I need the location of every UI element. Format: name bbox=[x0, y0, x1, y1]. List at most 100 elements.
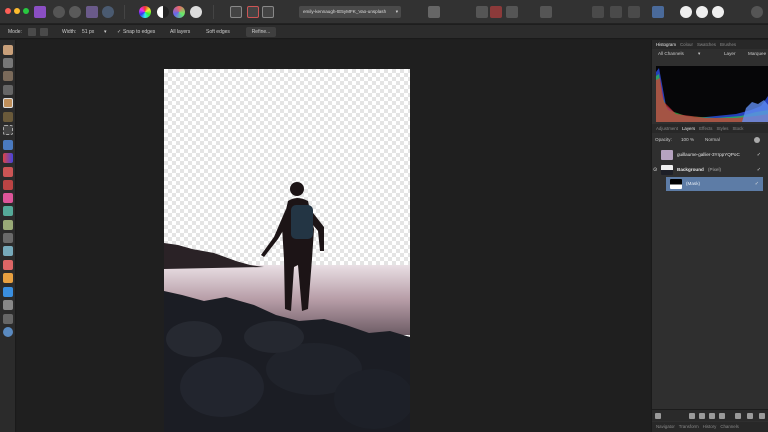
live-filter-icon[interactable] bbox=[719, 413, 725, 419]
mask-icon[interactable] bbox=[262, 6, 274, 18]
align-right-icon[interactable] bbox=[628, 6, 640, 18]
tab-brushes[interactable]: Brushes bbox=[720, 42, 736, 47]
erase-brush-icon[interactable] bbox=[3, 193, 13, 203]
fill-tool-icon[interactable] bbox=[3, 140, 13, 150]
layer-visibility-checkbox[interactable]: ✓ bbox=[757, 148, 761, 162]
crop-tool-icon[interactable] bbox=[3, 85, 13, 95]
tab-navigator[interactable]: Navigator bbox=[656, 424, 675, 429]
histogram-source-layer[interactable]: Layer bbox=[724, 51, 736, 56]
layer-visibility-checkbox[interactable]: ✓ bbox=[755, 177, 759, 191]
add-layer-icon[interactable] bbox=[747, 413, 753, 419]
refine-button[interactable]: Refine... bbox=[246, 27, 276, 37]
layer-type: (Pixel) bbox=[708, 167, 722, 172]
document-canvas-area[interactable] bbox=[17, 40, 650, 432]
add-mask-icon[interactable] bbox=[689, 413, 695, 419]
marquee-tool-icon[interactable] bbox=[3, 125, 13, 135]
quick-mask-icon[interactable] bbox=[428, 6, 440, 18]
rectangle-tool-icon[interactable] bbox=[3, 287, 13, 297]
layer-visibility-checkbox[interactable]: ✓ bbox=[757, 163, 761, 177]
delete-layer-icon[interactable] bbox=[759, 413, 765, 419]
add-selection-icon[interactable] bbox=[40, 28, 48, 36]
gradient-tool-icon[interactable] bbox=[3, 153, 13, 163]
pen-tool-icon[interactable] bbox=[3, 273, 13, 283]
red-eye-icon[interactable] bbox=[3, 260, 13, 270]
white-balance-icon[interactable] bbox=[190, 6, 202, 18]
selection-brush-icon[interactable] bbox=[3, 98, 13, 108]
layer-row-background[interactable]: ⊙ Background (Pixel) ✓ bbox=[652, 163, 768, 177]
export-persona-icon[interactable] bbox=[102, 6, 114, 18]
crop-icon[interactable] bbox=[247, 6, 259, 18]
channel-dropdown[interactable]: All Channels bbox=[658, 51, 684, 56]
paint-brush-icon[interactable] bbox=[3, 167, 13, 177]
maximize-window-icon[interactable] bbox=[23, 8, 29, 14]
width-dropdown-icon[interactable]: ▾ bbox=[104, 25, 107, 39]
develop-persona-icon[interactable] bbox=[69, 6, 81, 18]
minimize-window-icon[interactable] bbox=[14, 8, 20, 14]
color-balance-icon[interactable] bbox=[173, 6, 185, 18]
mesh-warp-icon[interactable] bbox=[3, 314, 13, 324]
color-wheel-icon[interactable] bbox=[139, 6, 151, 18]
view-tool-icon[interactable] bbox=[3, 45, 13, 55]
layer-row-mask[interactable]: (Mask) ✓ bbox=[666, 177, 763, 191]
width-value-input[interactable]: 51 px bbox=[82, 25, 94, 39]
move-tool-icon[interactable] bbox=[3, 58, 13, 68]
color-picker-icon[interactable] bbox=[3, 71, 13, 81]
layer-row-guillaume[interactable]: guillaume-gallier-3YrppYQPoC ✓ bbox=[652, 148, 768, 162]
arrange-icon[interactable] bbox=[540, 6, 552, 18]
tab-stock[interactable]: Stock bbox=[732, 126, 743, 131]
preferences-icon[interactable] bbox=[712, 6, 724, 18]
help-icon[interactable] bbox=[696, 6, 708, 18]
tab-colour[interactable]: Colour bbox=[680, 42, 693, 47]
snap-checkmark[interactable]: ✓ bbox=[117, 25, 121, 39]
healing-brush-icon[interactable] bbox=[3, 246, 13, 256]
tab-effects[interactable]: Effects bbox=[699, 126, 712, 131]
tone-mapping-persona-icon[interactable] bbox=[86, 6, 98, 18]
document-title-dropdown[interactable]: emily-kennaugh-tE5yMFK_Vao-unsplash ▾ bbox=[299, 6, 401, 18]
group-icon[interactable] bbox=[735, 413, 741, 419]
all-layers-checkbox[interactable]: All layers bbox=[170, 25, 190, 39]
expand-layer-icon[interactable]: ⊙ bbox=[653, 163, 657, 177]
liquify-persona-icon[interactable] bbox=[53, 6, 65, 18]
layer-settings-icon[interactable] bbox=[754, 137, 760, 143]
studio-toggle-icon[interactable] bbox=[652, 6, 664, 18]
tab-styles[interactable]: Styles bbox=[717, 126, 729, 131]
dodge-brush-icon[interactable] bbox=[3, 206, 13, 216]
layer-thumbnail bbox=[661, 150, 673, 160]
user-account-icon[interactable] bbox=[751, 6, 763, 18]
align-left-icon[interactable] bbox=[592, 6, 604, 18]
text-tool-icon[interactable] bbox=[3, 300, 13, 310]
zoom-tool-icon[interactable] bbox=[3, 327, 13, 337]
close-window-icon[interactable] bbox=[5, 8, 11, 14]
fx-icon[interactable] bbox=[709, 413, 715, 419]
assistant-icon[interactable] bbox=[476, 6, 488, 18]
tab-channels[interactable]: Channels bbox=[720, 424, 739, 429]
new-selection-icon[interactable] bbox=[28, 28, 36, 36]
blur-brush-icon[interactable] bbox=[3, 233, 13, 243]
tab-histogram[interactable]: Histogram bbox=[656, 42, 676, 47]
tab-swatches[interactable]: Swatches bbox=[697, 42, 716, 47]
tab-history[interactable]: History bbox=[703, 424, 717, 429]
app-persona-photo-icon[interactable] bbox=[34, 6, 46, 18]
tab-transform[interactable]: Transform bbox=[679, 424, 699, 429]
blend-mode-dropdown[interactable]: Normal bbox=[705, 137, 720, 142]
adjustment-icon[interactable] bbox=[699, 413, 705, 419]
align-center-icon[interactable] bbox=[610, 6, 622, 18]
tab-adjustment[interactable]: Adjustment bbox=[656, 126, 678, 131]
tools-panel bbox=[0, 40, 16, 432]
soft-edges-checkbox[interactable]: Soft edges bbox=[206, 25, 230, 39]
tab-layers[interactable]: Layers bbox=[682, 126, 695, 131]
document-image[interactable] bbox=[164, 69, 410, 432]
opacity-value[interactable]: 100 % bbox=[681, 137, 694, 142]
flood-select-icon[interactable] bbox=[3, 112, 13, 122]
layer-options-icon[interactable] bbox=[655, 413, 661, 419]
selection-marquee-icon[interactable] bbox=[230, 6, 242, 18]
force-pixel-alignment-icon[interactable] bbox=[506, 6, 518, 18]
channel-dropdown-caret[interactable]: ▾ bbox=[698, 51, 700, 57]
snap-to-edges-checkbox[interactable]: Snap to edges bbox=[123, 25, 155, 39]
snapping-icon[interactable] bbox=[490, 6, 502, 18]
clone-brush-icon[interactable] bbox=[3, 220, 13, 230]
color-replacement-icon[interactable] bbox=[3, 180, 13, 190]
share-icon[interactable] bbox=[680, 6, 692, 18]
histogram-source-marquee[interactable]: Marquee bbox=[748, 51, 766, 56]
contrast-icon[interactable] bbox=[157, 6, 169, 18]
